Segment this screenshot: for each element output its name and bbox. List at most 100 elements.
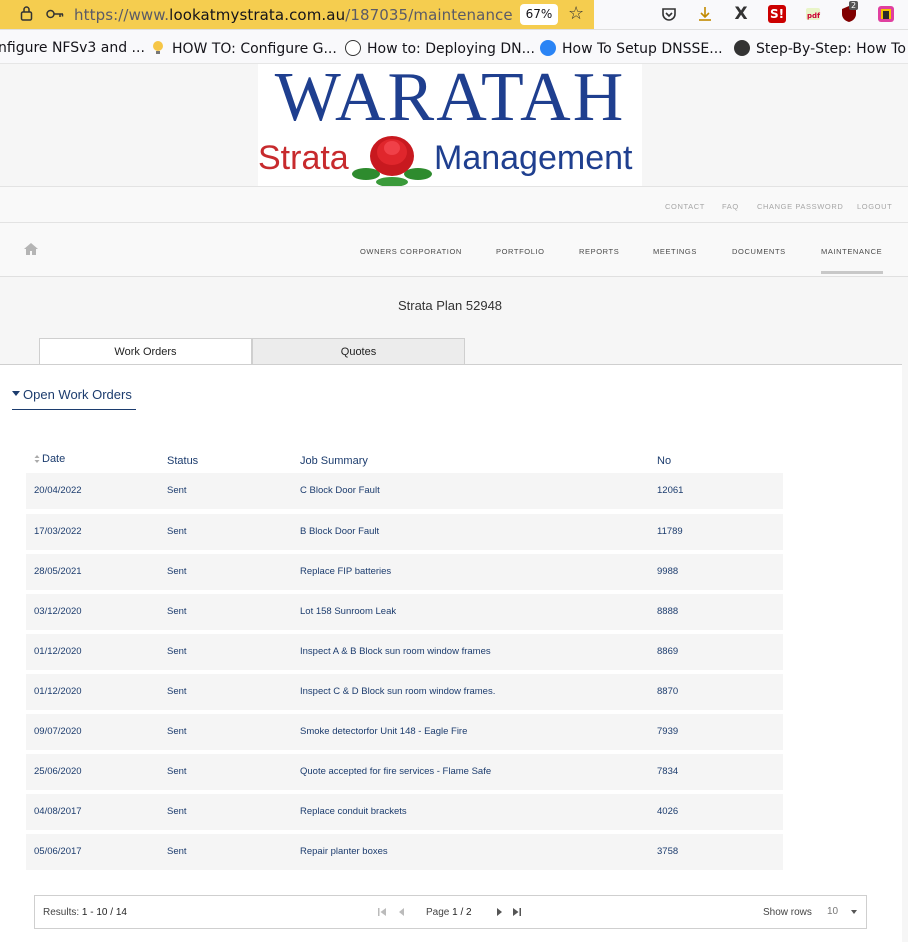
- svg-text:pdf: pdf: [807, 12, 821, 20]
- tab-work-orders[interactable]: Work Orders: [39, 338, 252, 366]
- address-bar[interactable]: https://www.lookatmystrata.com.au/187035…: [0, 0, 594, 29]
- url-text[interactable]: https://www.lookatmystrata.com.au/187035…: [74, 6, 513, 24]
- date-cell: 17/03/2022: [34, 526, 82, 537]
- rows-per-page-select[interactable]: 10: [821, 902, 865, 922]
- job-summary-column-header[interactable]: Job Summary: [300, 455, 368, 467]
- zoom-indicator[interactable]: 67%: [520, 4, 558, 25]
- bookmark-label: How to: Deploying DN...: [367, 41, 535, 57]
- previous-page-icon[interactable]: [396, 905, 408, 919]
- status-cell: Sent: [167, 686, 187, 697]
- number-cell: 8888: [657, 606, 679, 617]
- lock-icon[interactable]: [20, 5, 33, 25]
- job-summary-cell: Replace FIP batteries: [300, 566, 392, 577]
- status-cell: Sent: [167, 846, 187, 857]
- key-icon[interactable]: [46, 6, 64, 24]
- table-row[interactable]: 20/04/2022 Sent C Block Door Fault 12061: [26, 473, 783, 509]
- no-column-header[interactable]: No: [657, 455, 671, 467]
- bookmark-item[interactable]: nfigure NFSv3 and ...: [0, 40, 145, 56]
- job-summary-cell: B Block Door Fault: [300, 526, 380, 537]
- last-page-icon[interactable]: [511, 905, 523, 919]
- date-cell: 25/06/2020: [34, 766, 82, 777]
- nav-meetings[interactable]: MEETINGS: [653, 247, 697, 256]
- bookmark-label: How To Setup DNSSE...: [562, 41, 723, 57]
- bookmark-label: Step-By-Step: How To ...: [756, 41, 908, 57]
- section-title: Open Work Orders: [23, 387, 132, 402]
- home-icon[interactable]: [24, 243, 38, 255]
- pdf-extension-icon[interactable]: pdf: [804, 5, 822, 23]
- nav-owners-corporation[interactable]: OWNERS CORPORATION: [360, 247, 462, 256]
- bookmark-star-icon[interactable]: ☆: [568, 3, 584, 24]
- brackets-icon: [345, 40, 361, 56]
- url-host: lookatmystrata.com.au: [169, 6, 346, 24]
- status-cell: Sent: [167, 566, 187, 577]
- x-extension-icon[interactable]: X: [732, 5, 750, 23]
- table-row[interactable]: 28/05/2021 Sent Replace FIP batteries 99…: [26, 554, 783, 590]
- logo-title: WARATAH: [274, 59, 626, 136]
- date-cell: 01/12/2020: [34, 646, 82, 657]
- first-page-icon[interactable]: [376, 905, 388, 919]
- date-cell: 03/12/2020: [34, 606, 82, 617]
- nav-portfolio[interactable]: PORTFOLIO: [496, 247, 545, 256]
- nav-maintenance[interactable]: MAINTENANCE: [821, 247, 882, 256]
- bookmark-item[interactable]: Step-By-Step: How To ...: [734, 40, 908, 57]
- date-column-header[interactable]: Date: [34, 453, 65, 465]
- bookmark-item[interactable]: How to: Deploying DN...: [345, 40, 535, 57]
- open-work-orders-toggle[interactable]: Open Work Orders: [12, 387, 136, 410]
- status-column-header[interactable]: Status: [167, 455, 198, 467]
- logo-band: WARATAH Strata Management: [0, 59, 908, 187]
- table-row[interactable]: 25/06/2020 Sent Quote accepted for fire …: [26, 754, 783, 790]
- caret-down-icon: [12, 391, 20, 396]
- job-summary-cell: Repair planter boxes: [300, 846, 388, 857]
- number-cell: 4026: [657, 806, 679, 817]
- results-count: Results: 1 - 10 / 14: [43, 907, 127, 918]
- page-indicator: Page 1 / 2: [426, 907, 472, 918]
- number-cell: 9988: [657, 566, 679, 577]
- tab-quotes[interactable]: Quotes: [252, 338, 465, 365]
- number-cell: 8870: [657, 686, 679, 697]
- table-row[interactable]: 01/12/2020 Sent Inspect A & B Block sun …: [26, 634, 783, 670]
- table-row[interactable]: 05/06/2017 Sent Repair planter boxes 375…: [26, 834, 783, 870]
- date-cell: 09/07/2020: [34, 726, 82, 737]
- show-rows-label: Show rows: [763, 907, 812, 918]
- nav-documents[interactable]: DOCUMENTS: [732, 247, 786, 256]
- s-extension-icon[interactable]: S!: [768, 5, 786, 23]
- number-cell: 3758: [657, 846, 679, 857]
- contact-link[interactable]: CONTACT: [665, 202, 705, 211]
- bookmark-item[interactable]: How To Setup DNSSE...: [540, 40, 723, 57]
- table-row[interactable]: 17/03/2022 Sent B Block Door Fault 11789: [26, 514, 783, 550]
- faq-link[interactable]: FAQ: [722, 202, 739, 211]
- date-cell: 20/04/2022: [34, 485, 82, 496]
- logo-management: Management: [434, 139, 633, 177]
- sort-icon: [34, 455, 40, 463]
- url-path: /187035/maintenance: [345, 6, 513, 24]
- job-summary-cell: Replace conduit brackets: [300, 806, 407, 817]
- bookmark-label: nfigure NFSv3 and ...: [0, 40, 145, 56]
- table-row[interactable]: 04/08/2017 Sent Replace conduit brackets…: [26, 794, 783, 830]
- table-row[interactable]: 03/12/2020 Sent Lot 158 Sunroom Leak 888…: [26, 594, 783, 630]
- nav-reports[interactable]: REPORTS: [579, 247, 619, 256]
- number-cell: 12061: [657, 485, 684, 496]
- date-cell: 01/12/2020: [34, 686, 82, 697]
- waratah-logo[interactable]: WARATAH Strata Management: [258, 59, 642, 187]
- table-row[interactable]: 09/07/2020 Sent Smoke detectorfor Unit 1…: [26, 714, 783, 750]
- date-cell: 04/08/2017: [34, 806, 82, 817]
- next-page-icon[interactable]: [493, 905, 505, 919]
- status-cell: Sent: [167, 485, 187, 496]
- table-row[interactable]: 01/12/2020 Sent Inspect C & D Block sun …: [26, 674, 783, 710]
- results-range: 1 - 10 / 14: [81, 907, 127, 918]
- number-cell: 7834: [657, 766, 679, 777]
- status-cell: Sent: [167, 726, 187, 737]
- logout-link[interactable]: LOGOUT: [857, 202, 892, 211]
- job-summary-cell: Inspect C & D Block sun room window fram…: [300, 686, 496, 697]
- download-icon[interactable]: [696, 5, 714, 23]
- pocket-icon[interactable]: [660, 5, 678, 23]
- main-nav: OWNERS CORPORATION PORTFOLIO REPORTS MEE…: [0, 223, 908, 277]
- status-cell: Sent: [167, 766, 187, 777]
- change-password-link[interactable]: CHANGE PASSWORD: [757, 202, 843, 211]
- rows-per-page-value: 10: [827, 906, 839, 917]
- job-summary-cell: Lot 158 Sunroom Leak: [300, 606, 397, 617]
- multicolor-extension-icon[interactable]: [877, 5, 895, 23]
- date-header-label: Date: [42, 453, 66, 465]
- page-label: Page: [426, 907, 450, 918]
- bookmark-item[interactable]: HOW TO: Configure G...: [150, 40, 337, 57]
